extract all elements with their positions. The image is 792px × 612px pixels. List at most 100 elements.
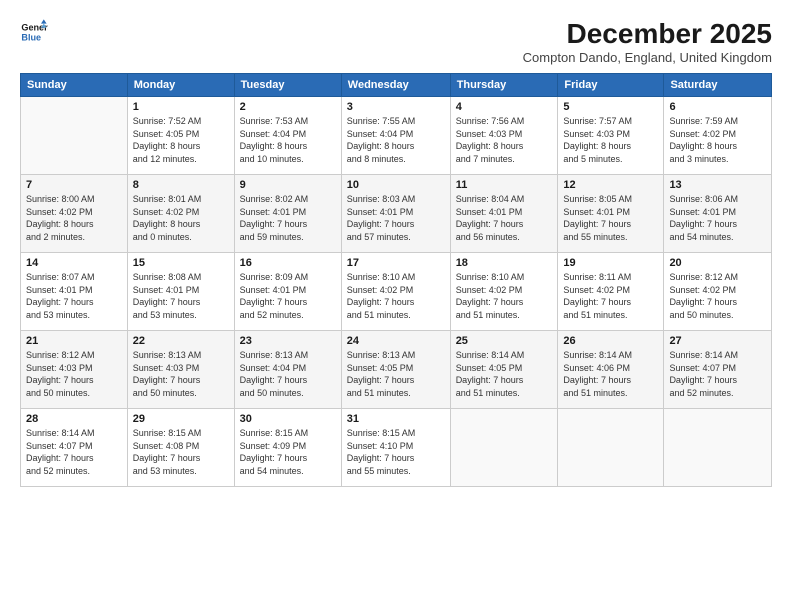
month-title: December 2025 bbox=[523, 18, 772, 50]
calendar-week-row: 28 Sunrise: 8:14 AM Sunset: 4:07 PM Dayli… bbox=[21, 409, 772, 487]
day-info: Sunrise: 7:57 AM Sunset: 4:03 PM Dayligh… bbox=[563, 115, 658, 165]
day-info: Sunrise: 8:15 AM Sunset: 4:10 PM Dayligh… bbox=[347, 427, 445, 477]
day-number: 28 bbox=[26, 413, 122, 425]
day-info: Sunrise: 7:53 AM Sunset: 4:04 PM Dayligh… bbox=[240, 115, 336, 165]
table-row: 13 Sunrise: 8:06 AM Sunset: 4:01 PM Dayli… bbox=[664, 175, 772, 253]
day-number: 30 bbox=[240, 413, 336, 425]
day-info: Sunrise: 8:08 AM Sunset: 4:01 PM Dayligh… bbox=[133, 271, 229, 321]
day-info: Sunrise: 8:11 AM Sunset: 4:02 PM Dayligh… bbox=[563, 271, 658, 321]
table-row bbox=[664, 409, 772, 487]
day-number: 9 bbox=[240, 179, 336, 191]
day-number: 27 bbox=[669, 335, 766, 347]
location: Compton Dando, England, United Kingdom bbox=[523, 50, 772, 65]
table-row: 7 Sunrise: 8:00 AM Sunset: 4:02 PM Daylig… bbox=[21, 175, 128, 253]
table-row: 15 Sunrise: 8:08 AM Sunset: 4:01 PM Dayli… bbox=[127, 253, 234, 331]
table-row: 25 Sunrise: 8:14 AM Sunset: 4:05 PM Dayli… bbox=[450, 331, 558, 409]
logo-icon: General Blue bbox=[20, 18, 48, 46]
table-row: 31 Sunrise: 8:15 AM Sunset: 4:10 PM Dayli… bbox=[341, 409, 450, 487]
table-row: 20Sunrise: 8:12 AM Sunset: 4:02 PM Dayli… bbox=[664, 253, 772, 331]
table-row: 1 Sunrise: 7:52 AM Sunset: 4:05 PM Daylig… bbox=[127, 97, 234, 175]
table-row: 14Sunrise: 8:07 AM Sunset: 4:01 PM Dayli… bbox=[21, 253, 128, 331]
day-info: Sunrise: 7:52 AM Sunset: 4:05 PM Dayligh… bbox=[133, 115, 229, 165]
day-info: Sunrise: 8:14 AM Sunset: 4:05 PM Dayligh… bbox=[456, 349, 553, 399]
day-info: Sunrise: 8:01 AM Sunset: 4:02 PM Dayligh… bbox=[133, 193, 229, 243]
table-row: 27 Sunrise: 8:14 AM Sunset: 4:07 PM Dayli… bbox=[664, 331, 772, 409]
day-number: 23 bbox=[240, 335, 336, 347]
day-number: 7 bbox=[26, 179, 122, 191]
table-row: 19 Sunrise: 8:11 AM Sunset: 4:02 PM Dayli… bbox=[558, 253, 664, 331]
day-info: Sunrise: 8:15 AM Sunset: 4:08 PM Dayligh… bbox=[133, 427, 229, 477]
table-row: 3Sunrise: 7:55 AM Sunset: 4:04 PM Daylig… bbox=[341, 97, 450, 175]
day-info: Sunrise: 8:07 AM Sunset: 4:01 PM Dayligh… bbox=[26, 271, 122, 321]
calendar: Sunday Monday Tuesday Wednesday Thursday… bbox=[20, 73, 772, 487]
header-sunday: Sunday bbox=[21, 74, 128, 97]
day-number: 3 bbox=[347, 101, 445, 113]
svg-text:Blue: Blue bbox=[21, 32, 41, 42]
day-number: 13 bbox=[669, 179, 766, 191]
day-info: Sunrise: 8:13 AM Sunset: 4:05 PM Dayligh… bbox=[347, 349, 445, 399]
day-number: 10 bbox=[347, 179, 445, 191]
header-saturday: Saturday bbox=[664, 74, 772, 97]
table-row: 12 Sunrise: 8:05 AM Sunset: 4:01 PM Dayli… bbox=[558, 175, 664, 253]
table-row: 26Sunrise: 8:14 AM Sunset: 4:06 PM Dayli… bbox=[558, 331, 664, 409]
day-number: 12 bbox=[563, 179, 658, 191]
table-row: 11 Sunrise: 8:04 AM Sunset: 4:01 PM Dayli… bbox=[450, 175, 558, 253]
header: General Blue December 2025 Compton Dando… bbox=[20, 18, 772, 65]
day-number: 17 bbox=[347, 257, 445, 269]
table-row: 9 Sunrise: 8:02 AM Sunset: 4:01 PM Daylig… bbox=[234, 175, 341, 253]
day-number: 19 bbox=[563, 257, 658, 269]
day-number: 2 bbox=[240, 101, 336, 113]
day-info: Sunrise: 8:13 AM Sunset: 4:03 PM Dayligh… bbox=[133, 349, 229, 399]
day-info: Sunrise: 8:10 AM Sunset: 4:02 PM Dayligh… bbox=[456, 271, 553, 321]
day-info: Sunrise: 8:06 AM Sunset: 4:01 PM Dayligh… bbox=[669, 193, 766, 243]
day-number: 20 bbox=[669, 257, 766, 269]
header-monday: Monday bbox=[127, 74, 234, 97]
table-row: 30 Sunrise: 8:15 AM Sunset: 4:09 PM Dayli… bbox=[234, 409, 341, 487]
title-area: December 2025 Compton Dando, England, Un… bbox=[523, 18, 772, 65]
calendar-week-row: 21Sunrise: 8:12 AM Sunset: 4:03 PM Dayli… bbox=[21, 331, 772, 409]
day-info: Sunrise: 7:56 AM Sunset: 4:03 PM Dayligh… bbox=[456, 115, 553, 165]
day-number: 24 bbox=[347, 335, 445, 347]
day-number: 29 bbox=[133, 413, 229, 425]
table-row: 6Sunrise: 7:59 AM Sunset: 4:02 PM Daylig… bbox=[664, 97, 772, 175]
calendar-header-row: Sunday Monday Tuesday Wednesday Thursday… bbox=[21, 74, 772, 97]
day-number: 25 bbox=[456, 335, 553, 347]
day-info: Sunrise: 8:04 AM Sunset: 4:01 PM Dayligh… bbox=[456, 193, 553, 243]
table-row: 18 Sunrise: 8:10 AM Sunset: 4:02 PM Dayli… bbox=[450, 253, 558, 331]
page: General Blue December 2025 Compton Dando… bbox=[0, 0, 792, 612]
table-row: 16Sunrise: 8:09 AM Sunset: 4:01 PM Dayli… bbox=[234, 253, 341, 331]
table-row: 17 Sunrise: 8:10 AM Sunset: 4:02 PM Dayli… bbox=[341, 253, 450, 331]
table-row: 10Sunrise: 8:03 AM Sunset: 4:01 PM Dayli… bbox=[341, 175, 450, 253]
day-info: Sunrise: 8:05 AM Sunset: 4:01 PM Dayligh… bbox=[563, 193, 658, 243]
day-info: Sunrise: 8:12 AM Sunset: 4:03 PM Dayligh… bbox=[26, 349, 122, 399]
day-number: 18 bbox=[456, 257, 553, 269]
day-number: 31 bbox=[347, 413, 445, 425]
table-row: 8 Sunrise: 8:01 AM Sunset: 4:02 PM Daylig… bbox=[127, 175, 234, 253]
table-row: 29 Sunrise: 8:15 AM Sunset: 4:08 PM Dayli… bbox=[127, 409, 234, 487]
day-number: 8 bbox=[133, 179, 229, 191]
table-row bbox=[558, 409, 664, 487]
day-info: Sunrise: 8:02 AM Sunset: 4:01 PM Dayligh… bbox=[240, 193, 336, 243]
day-info: Sunrise: 8:09 AM Sunset: 4:01 PM Dayligh… bbox=[240, 271, 336, 321]
day-info: Sunrise: 8:14 AM Sunset: 4:07 PM Dayligh… bbox=[669, 349, 766, 399]
day-info: Sunrise: 8:14 AM Sunset: 4:06 PM Dayligh… bbox=[563, 349, 658, 399]
day-number: 11 bbox=[456, 179, 553, 191]
logo: General Blue bbox=[20, 18, 48, 46]
table-row: 4 Sunrise: 7:56 AM Sunset: 4:03 PM Daylig… bbox=[450, 97, 558, 175]
day-info: Sunrise: 8:10 AM Sunset: 4:02 PM Dayligh… bbox=[347, 271, 445, 321]
day-info: Sunrise: 8:14 AM Sunset: 4:07 PM Dayligh… bbox=[26, 427, 122, 477]
table-row: 24 Sunrise: 8:13 AM Sunset: 4:05 PM Dayli… bbox=[341, 331, 450, 409]
day-number: 1 bbox=[133, 101, 229, 113]
table-row: 28 Sunrise: 8:14 AM Sunset: 4:07 PM Dayli… bbox=[21, 409, 128, 487]
day-info: Sunrise: 8:15 AM Sunset: 4:09 PM Dayligh… bbox=[240, 427, 336, 477]
day-info: Sunrise: 8:13 AM Sunset: 4:04 PM Dayligh… bbox=[240, 349, 336, 399]
day-number: 15 bbox=[133, 257, 229, 269]
day-info: Sunrise: 8:00 AM Sunset: 4:02 PM Dayligh… bbox=[26, 193, 122, 243]
calendar-week-row: 14Sunrise: 8:07 AM Sunset: 4:01 PM Dayli… bbox=[21, 253, 772, 331]
header-wednesday: Wednesday bbox=[341, 74, 450, 97]
table-row bbox=[450, 409, 558, 487]
header-tuesday: Tuesday bbox=[234, 74, 341, 97]
table-row: 2 Sunrise: 7:53 AM Sunset: 4:04 PM Daylig… bbox=[234, 97, 341, 175]
day-info: Sunrise: 7:59 AM Sunset: 4:02 PM Dayligh… bbox=[669, 115, 766, 165]
day-number: 4 bbox=[456, 101, 553, 113]
